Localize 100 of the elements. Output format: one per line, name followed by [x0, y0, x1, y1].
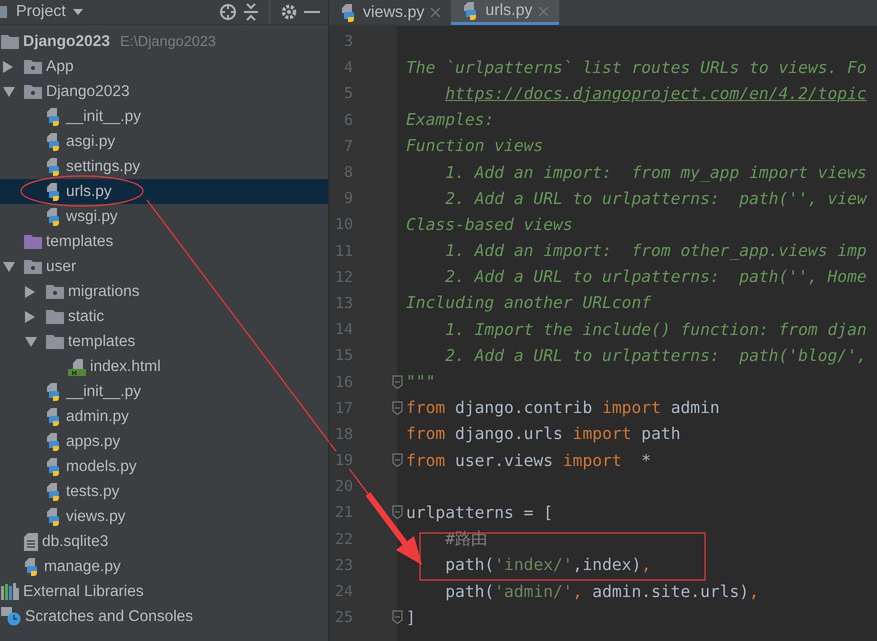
expanded-arrow-icon[interactable]: [3, 262, 15, 272]
collapsed-arrow-icon[interactable]: [3, 60, 13, 72]
tree-item-label: App: [46, 58, 74, 76]
tree-row[interactable]: models.py: [0, 454, 328, 479]
code-line: Including another URLconf: [406, 293, 652, 312]
libraries-icon: [1, 583, 19, 600]
tree-item-label: manage.py: [44, 558, 121, 576]
tree-row[interactable]: admin.py: [0, 404, 328, 429]
editor-tab[interactable]: urls.py: [451, 0, 560, 25]
tree-item-label: Django2023: [23, 32, 110, 50]
tree-row[interactable]: wsgi.py: [0, 204, 328, 229]
tree-row[interactable]: tests.py: [0, 479, 328, 504]
code-line: 1. Import the include() function: from djan: [444, 320, 867, 339]
python-file-icon: [46, 482, 62, 500]
tree-row[interactable]: __init__.py: [0, 104, 328, 129]
collapsed-arrow-icon[interactable]: [25, 286, 35, 298]
tree-row[interactable]: __init__.py: [0, 379, 328, 404]
code-line: """: [406, 372, 436, 392]
tree-item-label: user: [46, 258, 76, 276]
tree-row[interactable]: index.html: [0, 354, 328, 379]
tree-item-label: models.py: [66, 458, 137, 476]
python-file-icon: [46, 432, 62, 450]
minimize-icon[interactable]: [304, 10, 320, 14]
python-file-icon: [46, 208, 62, 226]
fold-marker-icon[interactable]: [392, 453, 403, 468]
tree-item-label: wsgi.py: [66, 208, 118, 226]
tree-row[interactable]: Django2023: [0, 79, 328, 104]
folder-icon: [46, 284, 64, 299]
tree-item-label: tests.py: [66, 482, 120, 500]
tree-row[interactable]: migrations: [0, 279, 328, 304]
project-path: E:\Django2023: [120, 34, 216, 50]
collapsed-arrow-icon[interactable]: [25, 310, 35, 322]
code-line: Examples:: [406, 110, 494, 130]
folder-icon: [46, 309, 64, 324]
tree-row[interactable]: apps.py: [0, 429, 328, 454]
tree-row[interactable]: manage.py: [0, 554, 328, 579]
tree-item-label: settings.py: [66, 158, 140, 176]
tree-row[interactable]: user: [0, 254, 328, 279]
editor-tab[interactable]: views.py: [329, 0, 452, 25]
expanded-arrow-icon[interactable]: [25, 336, 37, 346]
python-file-icon: [46, 458, 62, 476]
code-line: path('admin/', admin.site.urls),: [444, 582, 759, 601]
code-line: path('index/',index),: [444, 555, 652, 574]
python-file-icon: [46, 158, 62, 176]
tree-row[interactable]: Django2023 E:\Django2023: [0, 29, 328, 54]
tree-item-label: asgi.py: [66, 132, 116, 150]
html-file-icon: [68, 358, 86, 376]
tree-row[interactable]: Scratches and Consoles: [0, 604, 328, 629]
python-file-icon: [46, 132, 62, 150]
python-file-icon: [46, 508, 62, 526]
folder-icon: [24, 259, 42, 274]
python-file-icon: [341, 4, 357, 22]
fold-marker-icon[interactable]: [392, 374, 403, 389]
code-line: 2. Add a URL to urlpatterns: path('blog/',: [444, 346, 867, 365]
crosshair-icon[interactable]: [219, 3, 237, 21]
settings-icon[interactable]: [280, 3, 298, 21]
tree-item-label: views.py: [66, 508, 126, 526]
tree-item-label: db.sqlite3: [42, 532, 108, 550]
python-file-icon: [46, 108, 62, 126]
code-line: 2. Add a URL to urlpatterns: path('', view: [444, 188, 867, 208]
caret-icon[interactable]: [72, 8, 84, 16]
tree-row[interactable]: urls.py: [0, 179, 328, 204]
fold-marker-icon[interactable]: [392, 400, 403, 415]
folder-icon: [24, 84, 42, 99]
code-line: The `urlpatterns` list routes URLs to views. Fo: [406, 58, 867, 77]
folder-icon: [1, 34, 19, 49]
collapse-icon[interactable]: [243, 3, 259, 21]
tree-row[interactable]: External Libraries: [0, 579, 328, 604]
tree-row[interactable]: templates: [0, 229, 328, 254]
expanded-arrow-icon[interactable]: [3, 86, 15, 96]
tree-row[interactable]: views.py: [0, 504, 328, 529]
scratches-icon: [1, 607, 21, 626]
code-line: 1. Add an import: from other_app.views imp: [444, 241, 867, 260]
code-line: from django.contrib import admin: [406, 398, 720, 418]
python-file-icon: [46, 382, 62, 400]
fold-marker-icon[interactable]: [392, 505, 403, 520]
tree-row[interactable]: templates: [0, 329, 328, 354]
folder-icon: [24, 234, 42, 249]
tree-item-label: Scratches and Consoles: [25, 608, 194, 626]
code-line: 2. Add a URL to urlpatterns: path('', Home: [444, 267, 867, 286]
code-line: ]: [406, 608, 416, 627]
tree-row[interactable]: settings.py: [0, 154, 328, 179]
tree-item-label: __init__.py: [66, 382, 141, 400]
python-file-icon: [46, 182, 62, 200]
tree-row[interactable]: static: [0, 304, 328, 329]
window-icon: [0, 5, 8, 19]
tree-item-label: External Libraries: [23, 582, 144, 600]
tree-row[interactable]: asgi.py: [0, 129, 328, 154]
folder-icon: [46, 334, 64, 349]
fold-marker-icon[interactable]: [392, 610, 403, 624]
tree-item-label: static: [68, 308, 104, 326]
tree-item-label: index.html: [90, 358, 161, 376]
close-icon[interactable]: [430, 7, 442, 18]
tree-row[interactable]: db.sqlite3: [0, 529, 328, 554]
panel-title[interactable]: Project: [16, 3, 66, 21]
tree-item-label: admin.py: [66, 408, 129, 426]
tree-item-label: apps.py: [66, 432, 120, 450]
file-icon: [24, 532, 38, 550]
tree-item-label: templates: [68, 332, 136, 350]
tree-row[interactable]: App: [0, 54, 328, 79]
